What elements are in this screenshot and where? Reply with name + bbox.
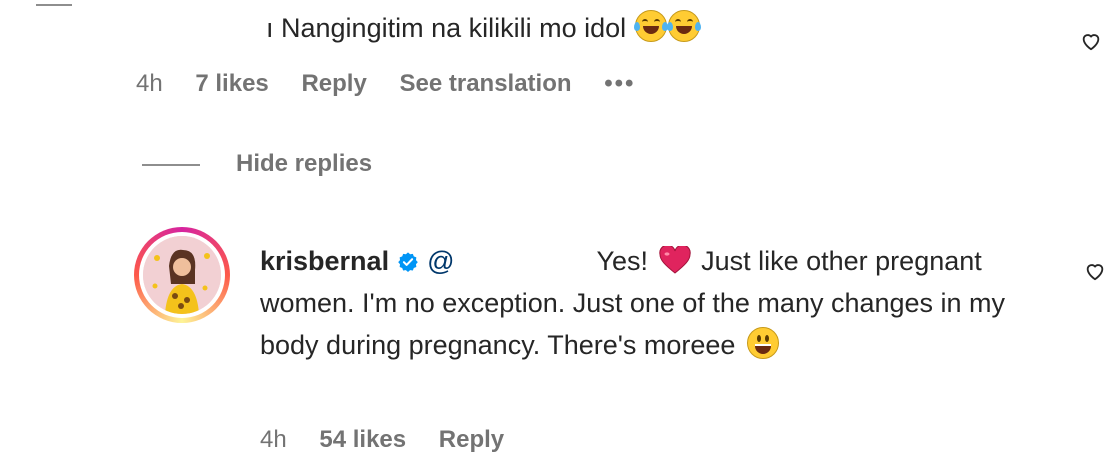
- reply-body: krisbernal @ Yes! Just like other pregnan…: [260, 240, 1040, 366]
- reply-button[interactable]: Reply: [301, 70, 366, 97]
- grinning-face-icon: [746, 327, 779, 359]
- reply-button[interactable]: Reply: [439, 426, 504, 453]
- like-heart-icon[interactable]: [1084, 260, 1106, 282]
- reply-meta: 4h 54 likes Reply: [260, 426, 530, 454]
- comment-thread: ı Nangingitim na kilikili mo idol 4h 7 l…: [0, 0, 1120, 455]
- comment-body: ı Nangingitim na kilikili mo idol: [266, 10, 701, 44]
- see-translation-link[interactable]: See translation: [399, 70, 571, 97]
- comment-meta: 4h 7 likes Reply See translation •••: [136, 70, 661, 98]
- face-with-tears-of-joy-icon: [666, 10, 701, 42]
- thread-line: [36, 4, 72, 6]
- avatar-image: [143, 236, 221, 314]
- hide-replies-button[interactable]: Hide replies: [142, 150, 372, 178]
- hide-replies-label: Hide replies: [236, 150, 373, 177]
- mention-link[interactable]: @: [427, 246, 454, 276]
- reply-text-start: Yes!: [596, 246, 649, 276]
- comment-time: 4h: [136, 70, 163, 97]
- red-heart-icon: [658, 246, 691, 274]
- face-with-tears-of-joy-icon: [633, 10, 668, 42]
- more-options-icon[interactable]: •••: [604, 70, 635, 97]
- like-heart-icon[interactable]: [1080, 30, 1102, 52]
- verified-badge-icon: [398, 252, 418, 272]
- avatar[interactable]: [134, 227, 230, 323]
- divider: [142, 163, 200, 166]
- reply-username[interactable]: krisbernal: [260, 246, 389, 276]
- comment-text: ı Nangingitim na kilikili mo idol: [266, 13, 627, 43]
- comment-likes[interactable]: 7 likes: [195, 70, 268, 97]
- reply-likes[interactable]: 54 likes: [319, 426, 406, 453]
- reply-time: 4h: [260, 426, 287, 453]
